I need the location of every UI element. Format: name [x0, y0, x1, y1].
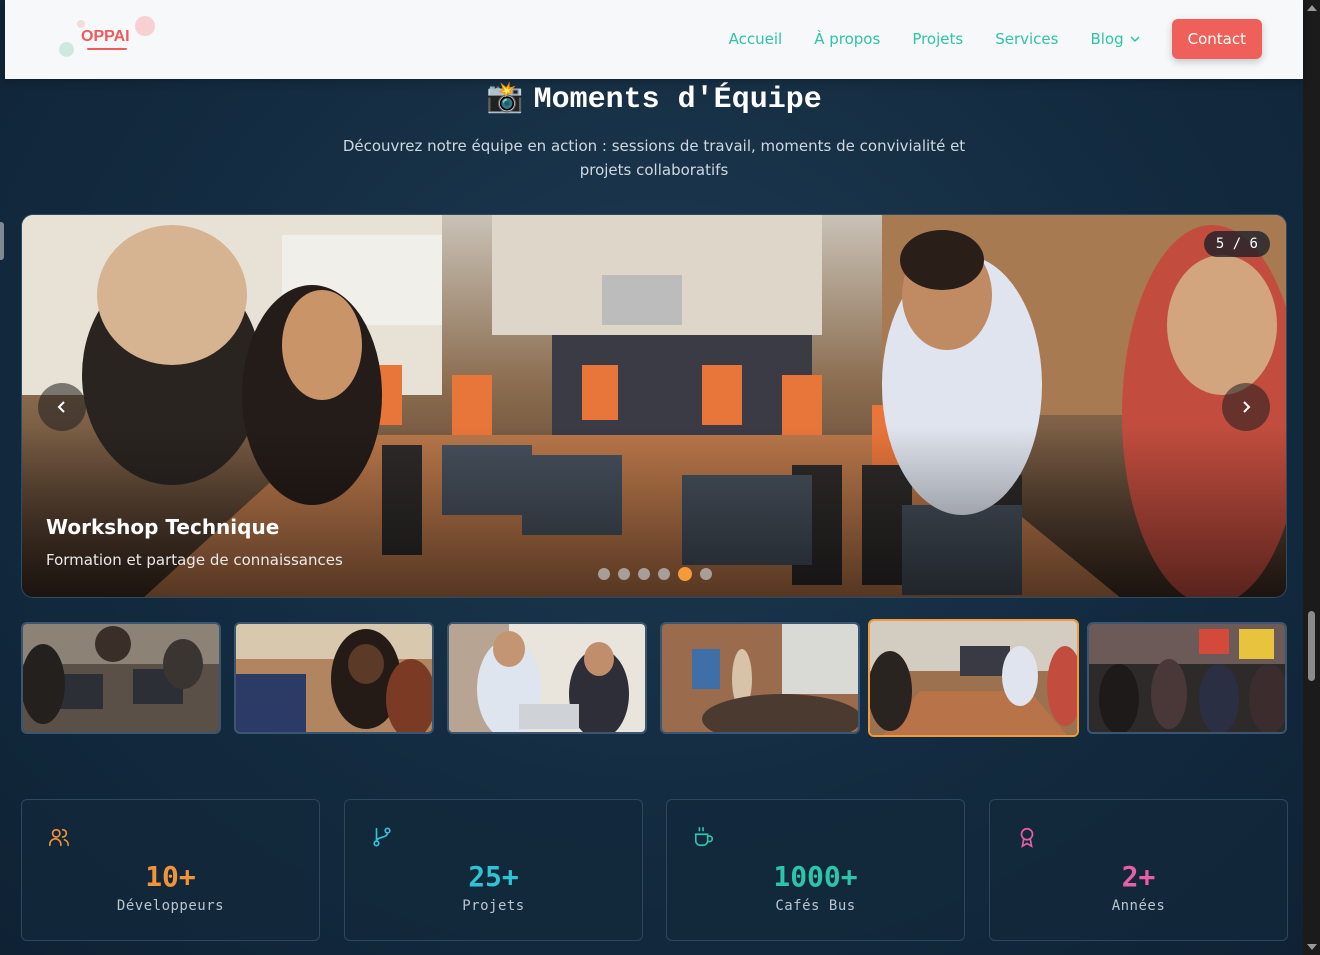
git-branch-icon [373, 827, 391, 847]
slide-counter: 5 / 6 [1203, 231, 1270, 257]
thumbnail-image [23, 624, 219, 732]
chevron-left-icon [57, 401, 65, 413]
thumbnail-image [236, 624, 432, 732]
slide-caption-subtitle: Formation et partage de connaissances [46, 551, 343, 569]
main-nav: Accueil À propos Projets Services Blog C… [729, 19, 1262, 59]
slide-dot[interactable] [638, 568, 650, 580]
thumbnail-2[interactable] [234, 622, 434, 734]
stat-value: 2+ [1121, 860, 1156, 893]
chevron-down-icon [1130, 36, 1140, 43]
slide-dot-active[interactable] [678, 567, 692, 581]
thumbnail-image [870, 621, 1077, 735]
carousel-photo [22, 215, 1286, 597]
thumbnail-3[interactable] [447, 622, 647, 734]
scrollbar-thumb[interactable] [1308, 611, 1315, 681]
slide-indicators [598, 567, 720, 581]
section-subtitle: Découvrez notre équipe en action : sessi… [342, 137, 966, 179]
slide-dot[interactable] [618, 568, 630, 580]
nav-link-blog[interactable]: Blog [1090, 30, 1140, 48]
stat-card-projects: 25+ Projets [344, 799, 643, 941]
section-title: 📸 Moments d'Équipe [0, 80, 1308, 117]
slide-dot[interactable] [658, 568, 670, 580]
stat-label: Années [1111, 898, 1166, 914]
thumbnail-6[interactable] [1087, 622, 1287, 734]
logo-underline [87, 48, 127, 50]
logo-decoration [59, 42, 74, 57]
nav-link-projets[interactable]: Projets [912, 30, 963, 48]
thumbnail-5-active[interactable] [868, 619, 1079, 737]
next-slide-button[interactable] [1222, 383, 1270, 431]
users-icon [49, 828, 69, 847]
logo-text: OPPAI [81, 28, 130, 45]
logo-decoration [135, 16, 155, 36]
stat-card-years: 2+ Années [989, 799, 1288, 941]
slide-caption-title: Workshop Technique [46, 515, 280, 539]
stat-value: 1000+ [773, 860, 858, 893]
nav-link-services[interactable]: Services [995, 30, 1058, 48]
thumbnail-image [449, 624, 645, 732]
logo[interactable]: OPPAI [57, 14, 167, 64]
page-scrollbar[interactable] [1303, 0, 1320, 955]
scroll-up-arrow[interactable] [1307, 5, 1317, 11]
camera-icon: 📸 [486, 83, 524, 117]
thumbnail-image [662, 624, 858, 732]
slide-dot[interactable] [598, 568, 610, 580]
stat-card-coffees: 1000+ Cafés Bus [666, 799, 965, 941]
site-header: OPPAI Accueil À propos Projets Services … [5, 0, 1303, 79]
stat-label: Cafés Bus [775, 898, 856, 914]
nav-link-accueil[interactable]: Accueil [729, 30, 783, 48]
coffee-icon [694, 827, 714, 847]
slide-dot[interactable] [700, 568, 712, 580]
contact-button[interactable]: Contact [1171, 19, 1262, 59]
chevron-right-icon [1243, 401, 1251, 413]
photo-carousel: 5 / 6 Workshop Technique Formation et pa… [21, 214, 1287, 598]
thumbnail-strip [21, 619, 1287, 737]
scroll-down-arrow[interactable] [1307, 944, 1317, 950]
stat-label: Développeurs [116, 898, 225, 914]
nav-link-blog-label: Blog [1090, 30, 1124, 48]
side-tab-handle[interactable] [0, 222, 4, 260]
stat-value: 10+ [145, 860, 196, 893]
stat-value: 25+ [468, 860, 519, 893]
nav-link-a-propos[interactable]: À propos [814, 30, 880, 48]
stat-label: Projets [462, 898, 525, 914]
thumbnail-1[interactable] [21, 622, 221, 734]
logo-decoration [77, 20, 85, 28]
previous-slide-button[interactable] [38, 383, 86, 431]
stat-card-developers: 10+ Développeurs [21, 799, 320, 941]
section-title-text: Moments d'Équipe [533, 83, 822, 117]
thumbnail-4[interactable] [660, 622, 860, 734]
thumbnail-image [1089, 624, 1285, 732]
award-icon [1020, 827, 1034, 848]
